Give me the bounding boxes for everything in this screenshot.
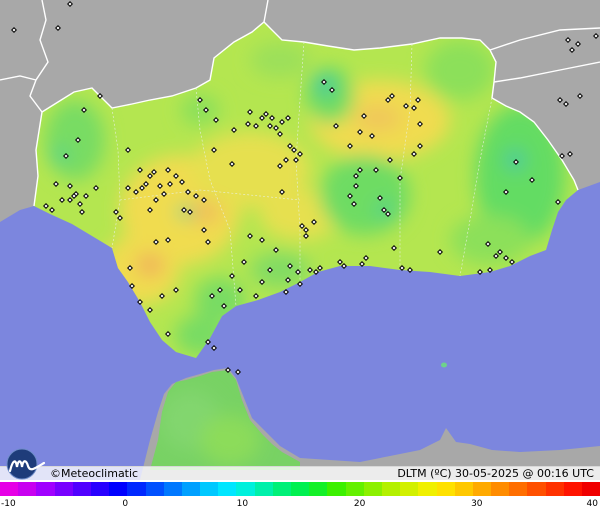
scale-segment <box>0 482 19 496</box>
meteoclimatic-logo[interactable] <box>4 447 48 481</box>
scale-segment <box>345 482 364 496</box>
scale-segment <box>454 482 473 496</box>
scale-tick-label: 40 <box>586 499 598 509</box>
scale-segment <box>145 482 164 496</box>
scale-segment <box>109 482 128 496</box>
brand-name[interactable]: ©Meteoclimatic <box>50 467 138 481</box>
scale-segment <box>236 482 255 496</box>
scale-segment <box>54 482 73 496</box>
scale-segment <box>491 482 510 496</box>
scale-segment <box>309 482 328 496</box>
scale-segment <box>72 482 91 496</box>
map-frame: ©Meteoclimatic DLTM (ºC) 30-05-2025 @ 00… <box>0 0 600 517</box>
scale-segment <box>90 482 110 496</box>
scale-segment <box>181 482 201 496</box>
scale-segment <box>545 482 564 496</box>
scale-tick-label: 20 <box>353 499 366 509</box>
scale-segment <box>436 482 455 496</box>
scale-tick-label: 0 <box>122 499 129 509</box>
temperature-map[interactable] <box>0 0 600 480</box>
scale-segment <box>418 482 437 496</box>
temperature-scale-labels: -10 0 10 20 30 40 <box>0 498 600 512</box>
scale-segment <box>582 482 600 496</box>
scale-segment <box>36 482 55 496</box>
temperature-scale-bar <box>0 482 600 496</box>
scale-segment <box>363 482 382 496</box>
alboran-island <box>441 362 447 368</box>
scale-segment <box>163 482 182 496</box>
scale-segment <box>509 482 528 496</box>
scale-segment <box>327 482 346 496</box>
scale-tick-label: 10 <box>236 499 249 509</box>
scale-segment <box>400 482 419 496</box>
scale-segment <box>291 482 310 496</box>
scale-segment <box>127 482 146 496</box>
map-caption: DLTM (ºC) 30-05-2025 @ 00:16 UTC <box>397 467 594 480</box>
scale-segment <box>218 482 237 496</box>
scale-segment <box>381 482 401 496</box>
scale-segment <box>272 482 291 496</box>
scale-segment <box>527 482 546 496</box>
scale-segment <box>254 482 273 496</box>
scale-tick-label: 30 <box>471 499 483 509</box>
scale-segment <box>18 482 37 496</box>
scale-segment <box>472 482 492 496</box>
brand-label: Meteoclimatic <box>61 467 139 480</box>
scale-segment <box>200 482 219 496</box>
scale-segment <box>563 482 582 496</box>
copyright-symbol: © <box>50 467 61 480</box>
scale-tick-label: -10 <box>1 499 16 509</box>
